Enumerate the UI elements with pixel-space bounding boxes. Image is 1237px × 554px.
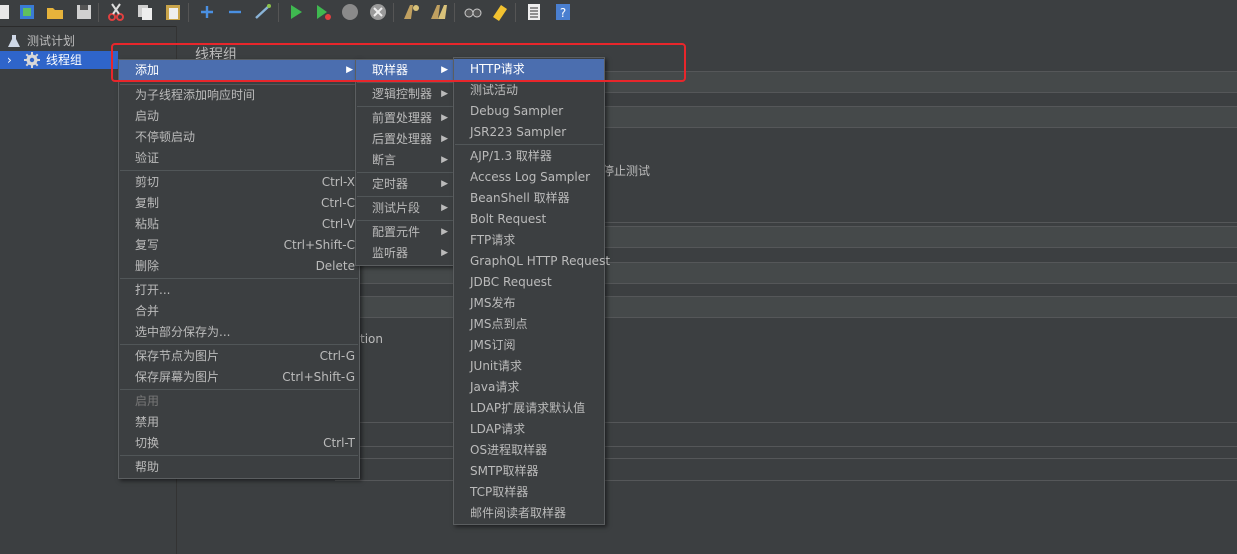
help-icon[interactable]: ?: [553, 2, 573, 22]
menu-item-merge[interactable]: 合并: [119, 301, 359, 322]
sampler-item-ftp[interactable]: FTP请求: [454, 230, 604, 251]
toggle-icon[interactable]: [253, 2, 273, 22]
submenu-item-test-fragment[interactable]: 测试片段 ▶: [356, 198, 454, 219]
submenu-item-logic-controller[interactable]: 逻辑控制器 ▶: [356, 84, 454, 105]
chevron-right-icon: ▶: [441, 179, 448, 189]
add-submenu: 取样器 ▶ 逻辑控制器 ▶ 前置处理器 ▶ 后置处理器 ▶ 断言 ▶ 定时器 ▶ 测试片段 ▶…: [355, 59, 455, 266]
sampler-item-debug-sampler[interactable]: Debug Sampler: [454, 101, 604, 122]
sampler-item-junit[interactable]: JUnit请求: [454, 356, 604, 377]
menu-item-disable[interactable]: 禁用: [119, 412, 359, 433]
sampler-item-test-action[interactable]: 测试活动: [454, 80, 604, 101]
sampler-item-java[interactable]: Java请求: [454, 377, 604, 398]
submenu-item-assertion[interactable]: 断言 ▶: [356, 150, 454, 171]
sampler-item-http-request[interactable]: HTTP请求: [454, 59, 604, 80]
sampler-submenu: HTTP请求 测试活动 Debug Sampler JSR223 Sampler…: [453, 57, 610, 525]
new-icon[interactable]: [0, 2, 14, 22]
chevron-right-icon: ▶: [441, 89, 448, 99]
gear-icon: [24, 52, 40, 73]
sampler-item-smtp[interactable]: SMTP取样器: [454, 461, 604, 482]
save-icon[interactable]: [74, 2, 94, 22]
panel-text-fragment: tion: [360, 332, 383, 346]
cut-icon[interactable]: [106, 2, 126, 22]
submenu-item-pre-processor[interactable]: 前置处理器 ▶: [356, 108, 454, 129]
sampler-item-jms-point-to-point[interactable]: JMS点到点: [454, 314, 604, 335]
chevron-right-icon: ▶: [441, 227, 448, 237]
submenu-item-timer[interactable]: 定时器 ▶: [356, 174, 454, 195]
chevron-right-icon: ▶: [346, 65, 353, 75]
tree-item-test-plan[interactable]: 测试计划: [0, 32, 176, 50]
chevron-right-icon: ▶: [441, 203, 448, 213]
open-icon[interactable]: [45, 2, 65, 22]
paste-icon[interactable]: [163, 2, 183, 22]
menu-item-delete[interactable]: 删除 Delete: [119, 256, 359, 277]
clear-icon[interactable]: [401, 2, 421, 22]
menu-item-start[interactable]: 启动: [119, 106, 359, 127]
menu-item-duplicate[interactable]: 复写 Ctrl+Shift-C: [119, 235, 359, 256]
function-helper-icon[interactable]: [524, 2, 544, 22]
menu-item-paste[interactable]: 粘贴 Ctrl-V: [119, 214, 359, 235]
sampler-item-ajp[interactable]: AJP/1.3 取样器: [454, 146, 604, 167]
submenu-item-sampler[interactable]: 取样器 ▶: [356, 60, 454, 81]
tree-item-label: 测试计划: [27, 34, 76, 48]
search-icon[interactable]: [463, 2, 483, 22]
menu-item-cut[interactable]: 剪切 Ctrl-X: [119, 172, 359, 193]
templates-icon[interactable]: [18, 2, 38, 22]
chevron-right-icon: ▶: [441, 65, 448, 75]
menu-item-save-selection-as[interactable]: 选中部分保存为...: [119, 322, 359, 343]
menu-item-validate[interactable]: 验证: [119, 148, 359, 169]
menu-item-start-no-pause[interactable]: 不停顿启动: [119, 127, 359, 148]
stop-test-option-label: 停止测试: [602, 164, 651, 178]
menu-item-add-response-time[interactable]: 为子线程添加响应时间: [119, 85, 359, 106]
expand-icon[interactable]: [197, 2, 217, 22]
shutdown-icon[interactable]: [368, 2, 388, 22]
sampler-item-bolt-request[interactable]: Bolt Request: [454, 209, 604, 230]
toolbar: ?: [0, 0, 1237, 27]
stop-icon[interactable]: [340, 2, 360, 22]
menu-item-enable: 启用: [135, 394, 160, 408]
menu-item-help[interactable]: 帮助: [119, 457, 359, 478]
start-no-pause-icon[interactable]: [313, 2, 333, 22]
sampler-item-os-process[interactable]: OS进程取样器: [454, 440, 604, 461]
tree-item-thread-group[interactable]: › 线程组: [0, 51, 118, 69]
copy-icon[interactable]: [135, 2, 155, 22]
chevron-right-icon: ▶: [441, 113, 448, 123]
reset-search-icon[interactable]: [490, 2, 510, 22]
submenu-item-config-element[interactable]: 配置元件 ▶: [356, 222, 454, 243]
chevron-right-icon: ▶: [441, 248, 448, 258]
sampler-item-ldap[interactable]: LDAP请求: [454, 419, 604, 440]
sampler-item-jsr223-sampler[interactable]: JSR223 Sampler: [454, 122, 604, 143]
sampler-item-access-log[interactable]: Access Log Sampler: [454, 167, 604, 188]
menu-item-copy[interactable]: 复制 Ctrl-C: [119, 193, 359, 214]
menu-item-save-screen-image[interactable]: 保存屏幕为图片 Ctrl+Shift-G: [119, 367, 359, 388]
menu-item-add[interactable]: 添加 ▶: [119, 60, 359, 81]
clear-all-icon[interactable]: [429, 2, 449, 22]
collapse-icon[interactable]: [225, 2, 245, 22]
sampler-item-jdbc[interactable]: JDBC Request: [454, 272, 604, 293]
menu-item-toggle[interactable]: 切换 Ctrl-T: [119, 433, 359, 454]
chevron-right-icon[interactable]: ›: [7, 51, 12, 69]
start-icon[interactable]: [286, 2, 306, 22]
sampler-item-jms-publish[interactable]: JMS发布: [454, 293, 604, 314]
svg-text:?: ?: [560, 6, 566, 20]
sampler-item-graphql[interactable]: GraphQL HTTP Request: [454, 251, 610, 272]
chevron-right-icon: ▶: [441, 134, 448, 144]
menu-item-open[interactable]: 打开...: [119, 280, 359, 301]
sampler-item-jms-subscribe[interactable]: JMS订阅: [454, 335, 604, 356]
sampler-item-beanshell[interactable]: BeanShell 取样器: [454, 188, 604, 209]
tree-item-label: 线程组: [46, 53, 83, 67]
chevron-right-icon: ▶: [441, 155, 448, 165]
sampler-item-mail-reader[interactable]: 邮件阅读者取样器: [454, 503, 604, 524]
sampler-item-ldap-extended[interactable]: LDAP扩展请求默认值: [454, 398, 604, 419]
context-menu: 添加 ▶ 为子线程添加响应时间 启动 不停顿启动 验证 剪切 Ctrl-X 复制 Ct…: [118, 59, 360, 479]
menu-item-save-node-image[interactable]: 保存节点为图片 Ctrl-G: [119, 346, 359, 367]
submenu-item-post-processor[interactable]: 后置处理器 ▶: [356, 129, 454, 150]
submenu-item-listener[interactable]: 监听器 ▶: [356, 243, 454, 264]
sampler-item-tcp[interactable]: TCP取样器: [454, 482, 604, 503]
